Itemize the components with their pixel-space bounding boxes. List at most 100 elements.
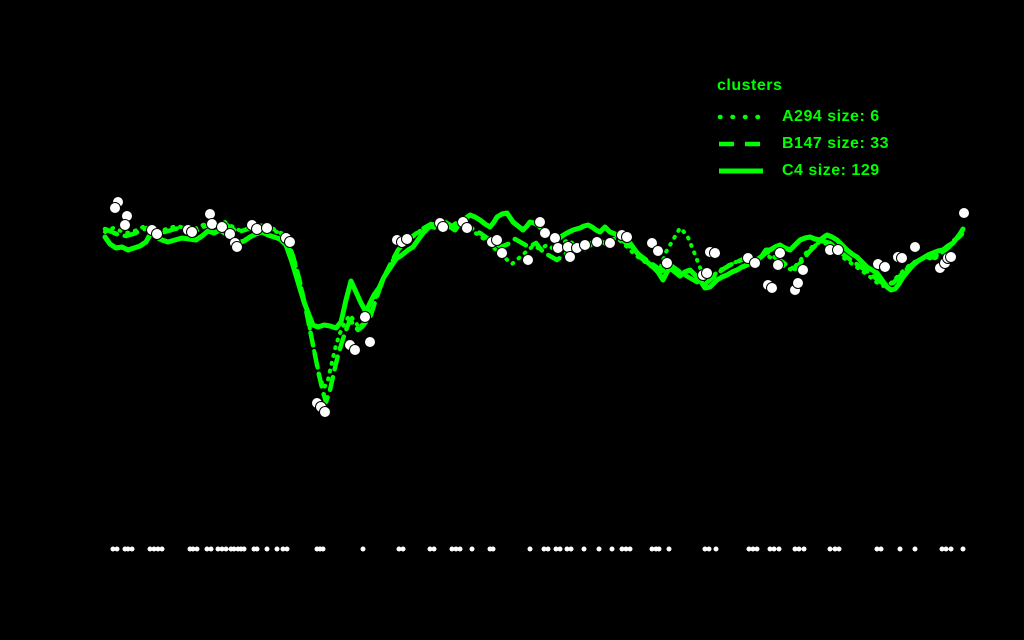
rug-tick: [284, 546, 290, 552]
observation-point: [206, 218, 218, 230]
observation-point: [766, 282, 778, 294]
observation-point: [552, 242, 564, 254]
rug-tick: [836, 546, 842, 552]
rug-tick: [878, 546, 884, 552]
rug-tick: [801, 546, 807, 552]
rug-tick: [114, 546, 120, 552]
dashed-line-swatch: [719, 141, 763, 146]
rug-tick: [490, 546, 496, 552]
rug-tick: [320, 546, 326, 552]
observation-point: [491, 234, 503, 246]
rug-tick: [609, 546, 615, 552]
observation-point: [879, 261, 891, 273]
rug-tick: [545, 546, 551, 552]
observation-point: [774, 247, 786, 259]
legend-title: clusters: [717, 77, 783, 94]
rug-tick: [897, 546, 903, 552]
observation-point: [522, 254, 534, 266]
legend-item-a294: A294 size: 6: [717, 103, 889, 130]
legend-label-c4: C4 size: 129: [782, 161, 880, 179]
observation-point: [564, 251, 576, 263]
rug-tick: [568, 546, 574, 552]
observation-point: [749, 257, 761, 269]
observation-point: [359, 311, 371, 323]
rug-tick: [656, 546, 662, 552]
rug-tick: [596, 546, 602, 552]
rug-tick: [527, 546, 533, 552]
dotted-line-swatch: [717, 114, 765, 119]
rug-tick: [457, 546, 463, 552]
observation-point: [579, 239, 591, 251]
rug-tick: [581, 546, 587, 552]
observation-point: [261, 222, 273, 234]
rug-tick: [771, 546, 777, 552]
rug-tick: [713, 546, 719, 552]
solid-line-swatch: [719, 168, 763, 173]
rug-tick: [912, 546, 918, 552]
observation-point: [661, 257, 673, 269]
observation-point: [797, 264, 809, 276]
rug-tick: [159, 546, 165, 552]
observation-point: [461, 222, 473, 234]
rug-tick: [827, 546, 833, 552]
rug-tick: [274, 546, 280, 552]
observation-point: [151, 228, 163, 240]
rug-tick: [776, 546, 782, 552]
observation-point: [349, 344, 361, 356]
observation-point: [909, 241, 921, 253]
rug-tick: [254, 546, 260, 552]
observation-point: [204, 208, 216, 220]
observation-point: [772, 259, 784, 271]
observation-point: [621, 231, 633, 243]
observation-point: [119, 219, 131, 231]
observation-point: [437, 221, 449, 233]
observation-point: [591, 236, 603, 248]
rug-tick: [469, 546, 475, 552]
observation-point: [701, 267, 713, 279]
legend-label-a294: A294 size: 6: [782, 107, 880, 125]
observation-point: [231, 241, 243, 253]
observation-point: [401, 233, 413, 245]
rug-tick: [431, 546, 437, 552]
observation-point: [364, 336, 376, 348]
rug-tick: [960, 546, 966, 552]
rug-tick: [666, 546, 672, 552]
observation-point: [709, 247, 721, 259]
observation-point: [109, 202, 121, 214]
observation-point: [652, 245, 664, 257]
rug-tick: [796, 546, 802, 552]
observation-point: [539, 227, 551, 239]
observation-point: [832, 244, 844, 256]
observation-point: [896, 252, 908, 264]
observation-point: [945, 251, 957, 263]
observation-point: [319, 406, 331, 418]
rug-tick: [706, 546, 712, 552]
legend: clusters A294 size: 6 B147 size: 33 C4 s…: [717, 78, 889, 184]
observation-point: [251, 223, 263, 235]
rug-tick: [223, 546, 229, 552]
chart-area: clusters A294 size: 6 B147 size: 33 C4 s…: [0, 0, 1024, 640]
observation-point: [284, 236, 296, 248]
rug-tick: [360, 546, 366, 552]
observation-point: [186, 226, 198, 238]
rug-tick: [264, 546, 270, 552]
rug-tick: [129, 546, 135, 552]
rug-tick: [948, 546, 954, 552]
rug-tick: [754, 546, 760, 552]
rug-tick: [557, 546, 563, 552]
observation-point: [496, 247, 508, 259]
rug-tick: [241, 546, 247, 552]
legend-item-c4: C4 size: 129: [717, 157, 889, 184]
legend-label-b147: B147 size: 33: [782, 134, 890, 152]
observation-point: [534, 216, 546, 228]
observation-point: [792, 277, 804, 289]
rug-tick: [943, 546, 949, 552]
observation-point: [958, 207, 970, 219]
rug-tick: [194, 546, 200, 552]
observation-point: [549, 232, 561, 244]
observation-point: [604, 237, 616, 249]
rug-tick: [400, 546, 406, 552]
rug-tick: [627, 546, 633, 552]
rug-tick: [208, 546, 214, 552]
legend-item-b147: B147 size: 33: [717, 130, 889, 157]
